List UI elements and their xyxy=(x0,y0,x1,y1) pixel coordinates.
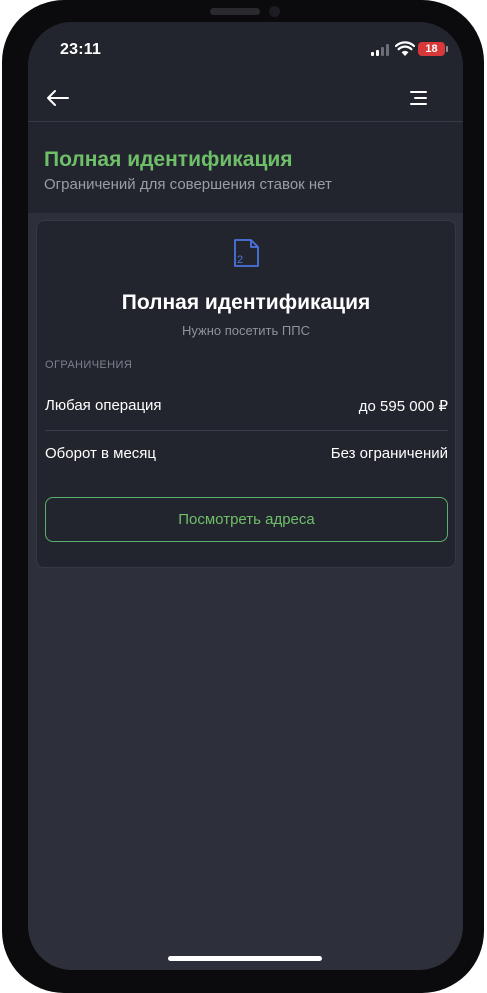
restrictions-section-label: ОГРАНИЧЕНИЯ xyxy=(45,359,133,371)
app-screen: 23:11 18 Полная идентификация Ограничени… xyxy=(28,22,463,970)
arrow-left-icon[interactable] xyxy=(44,84,72,112)
view-addresses-button[interactable]: Посмотреть адреса xyxy=(45,497,448,542)
limit-row-any-operation: Любая операция до 595 000 ₽ xyxy=(45,397,448,421)
power-button xyxy=(479,248,484,360)
status-time: 23:11 xyxy=(60,41,102,58)
home-indicator[interactable] xyxy=(168,956,322,961)
page-title: Полная идентификация xyxy=(44,148,293,171)
document-2-icon: 2 xyxy=(234,239,259,267)
identification-card: 2 Полная идентификация Нужно посетить ПП… xyxy=(36,220,456,568)
nav-divider xyxy=(28,121,463,122)
document-icon-digit: 2 xyxy=(237,254,243,266)
limit-row-label: Оборот в месяц xyxy=(45,445,156,462)
limit-row-value: Без ограничений xyxy=(330,445,448,462)
battery-icon: 18 xyxy=(418,42,445,56)
row-divider xyxy=(45,430,448,431)
wifi-icon xyxy=(395,41,415,56)
cellular-signal-icon xyxy=(371,44,391,56)
volume-up-button xyxy=(2,222,7,294)
phone-frame: 23:11 18 Полная идентификация Ограничени… xyxy=(2,0,484,993)
hamburger-menu-icon[interactable] xyxy=(404,84,432,112)
front-camera xyxy=(269,6,280,17)
limit-row-label: Любая операция xyxy=(45,397,162,414)
status-bar: 23:11 18 xyxy=(28,22,463,74)
mute-switch xyxy=(2,146,7,184)
card-title: Полная идентификация xyxy=(121,291,371,314)
limit-row-value: до 595 000 ₽ xyxy=(358,398,448,415)
nav-bar xyxy=(28,74,463,122)
card-subtitle: Нужно посетить ППС xyxy=(182,323,310,338)
battery-cap xyxy=(446,46,448,52)
earpiece-speaker xyxy=(210,8,260,15)
limit-row-monthly-turnover: Оборот в месяц Без ограничений xyxy=(45,445,448,469)
volume-down-button xyxy=(2,318,7,390)
page-subtitle: Ограничений для совершения ставок нет xyxy=(44,176,332,193)
